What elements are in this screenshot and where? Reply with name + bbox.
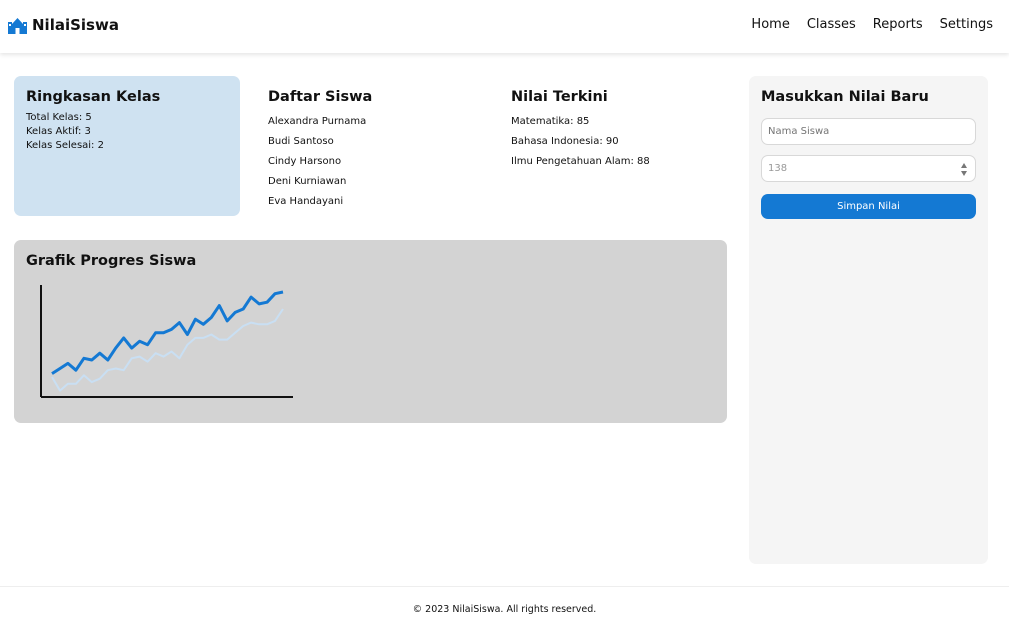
student-list-item[interactable]: Eva Handayani xyxy=(268,192,488,212)
student-list-item[interactable]: Cindy Harsono xyxy=(268,152,488,172)
student-name-input[interactable] xyxy=(761,118,976,145)
finished-classes: Kelas Selesai: 2 xyxy=(26,140,104,151)
class-summary-card: Ringkasan Kelas Total Kelas: 5 Kelas Akt… xyxy=(14,76,240,216)
brand[interactable]: NilaiSiswa xyxy=(8,16,119,34)
footer-divider xyxy=(0,586,1009,587)
app-name: NilaiSiswa xyxy=(32,16,119,34)
chart-series-line-2 xyxy=(51,308,284,392)
nav-settings[interactable]: Settings xyxy=(940,17,993,32)
grade-item: Bahasa Indonesia: 90 xyxy=(511,136,619,147)
nav-classes[interactable]: Classes xyxy=(807,17,856,32)
number-spinner-icon[interactable] xyxy=(960,162,968,177)
student-list-section: Daftar Siswa Alexandra Purnama Budi Sant… xyxy=(268,89,488,212)
nav-reports[interactable]: Reports xyxy=(873,17,923,32)
student-list-item[interactable]: Budi Santoso xyxy=(268,132,488,152)
top-header: NilaiSiswa Home Classes Reports Settings xyxy=(0,0,1009,53)
grade-item: Matematika: 85 xyxy=(511,116,590,127)
recent-grades-section: Nilai Terkini Matematika: 85 Bahasa Indo… xyxy=(511,89,731,172)
recent-grades-title: Nilai Terkini xyxy=(511,89,608,105)
school-building-icon xyxy=(8,17,27,34)
footer-copyright: © 2023 NilaiSiswa. All rights reserved. xyxy=(412,604,597,615)
nav-home[interactable]: Home xyxy=(751,17,789,32)
progress-chart-title: Grafik Progres Siswa xyxy=(26,253,197,269)
student-list-item[interactable]: Deni Kurniawan xyxy=(268,172,488,192)
student-list-item[interactable]: Alexandra Purnama xyxy=(268,112,488,132)
main-nav: Home Classes Reports Settings xyxy=(734,17,993,32)
new-grade-form: Masukkan Nilai Baru 138 Simpan Nilai xyxy=(749,76,988,564)
grade-item: Ilmu Pengetahuan Alam: 88 xyxy=(511,156,650,167)
chart-series-line-1 xyxy=(51,290,284,375)
grade-number-input[interactable]: 138 xyxy=(761,155,976,182)
active-classes: Kelas Aktif: 3 xyxy=(26,126,91,137)
save-grade-button[interactable]: Simpan Nilai xyxy=(761,194,976,219)
new-grade-form-title: Masukkan Nilai Baru xyxy=(761,89,929,105)
progress-chart-card: Grafik Progres Siswa xyxy=(14,240,727,423)
class-summary-title: Ringkasan Kelas xyxy=(26,89,161,105)
grade-number-value: 138 xyxy=(768,163,788,174)
student-list-title: Daftar Siswa xyxy=(268,89,373,105)
total-classes: Total Kelas: 5 xyxy=(26,112,92,123)
